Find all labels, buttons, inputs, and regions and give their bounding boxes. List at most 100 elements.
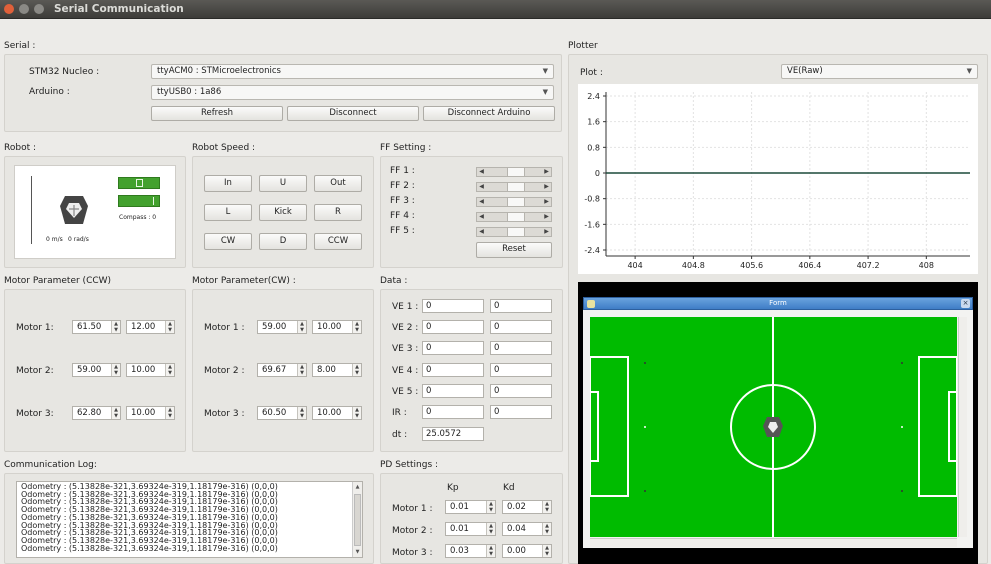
ccw-motor3-param-b[interactable]: 10.00 ▲ ▼ [126,406,175,420]
spin-arrows-icon[interactable]: ▲ ▼ [165,407,174,419]
pd-motor2-kd[interactable]: 0.04 ▲ ▼ [502,522,552,536]
ccw-motor1-param-a[interactable]: 61.50 ▲ ▼ [72,320,121,334]
ir-value-a[interactable]: 0 [422,405,484,419]
arrow-left-icon[interactable]: ◀ [477,198,486,206]
rotate-ccw-button[interactable]: CCW [314,233,362,250]
spin-arrows-icon[interactable]: ▲ ▼ [542,545,551,557]
close-icon[interactable]: × [961,299,970,308]
dt-value[interactable]: 25.0572 [422,427,484,441]
arrow-left-icon[interactable]: ◀ [477,213,486,221]
speed-right-button[interactable]: R [314,204,362,221]
ve2-value-b[interactable]: 0 [490,320,552,334]
cw-motor2-param-a[interactable]: 69.67 ▲ ▼ [257,363,307,377]
maximize-window-icon[interactable] [34,4,44,14]
arrow-left-icon[interactable]: ◀ [477,228,486,236]
refresh-button[interactable]: Refresh [151,106,283,121]
slider-thumb[interactable] [507,213,525,221]
close-window-icon[interactable] [4,4,14,14]
communication-log[interactable]: Odometry : (5.13828e-321,3.69324e-319,1.… [16,481,363,558]
disconnect-button[interactable]: Disconnect [287,106,419,121]
spin-arrows-icon[interactable]: ▲ ▼ [297,407,306,419]
cw-motor1-param-b[interactable]: 10.00 ▲ ▼ [312,320,362,334]
plot-select[interactable]: VE(Raw) ▼ [781,64,978,79]
spin-arrows-icon[interactable]: ▲ ▼ [111,407,120,419]
scroll-down-icon[interactable]: ▼ [354,549,361,557]
arrow-left-icon[interactable]: ◀ [477,183,486,191]
arrow-right-icon[interactable]: ▶ [542,228,551,236]
ve1-value-b[interactable]: 0 [490,299,552,313]
ccw-motor2-param-a[interactable]: 59.00 ▲ ▼ [72,363,121,377]
ir-value-b[interactable]: 0 [490,405,552,419]
plot-chart[interactable]: 2.4 1.6 0.8 0 -0.8 -1.6 -2.4 404 404.8 405.6 406.… [578,84,978,274]
scroll-thumb[interactable] [354,494,361,546]
ccw-motor2-param-b[interactable]: 10.00 ▲ ▼ [126,363,175,377]
speed-in-button[interactable]: In [204,175,252,192]
ff5-slider[interactable]: ◀ ▶ [476,227,552,237]
speed-out-button[interactable]: Out [314,175,362,192]
cw-motor3-param-b[interactable]: 10.00 ▲ ▼ [312,406,362,420]
log-scrollbar[interactable]: ▲ ▼ [352,482,362,557]
ccw-motor3-param-a[interactable]: 62.80 ▲ ▼ [72,406,121,420]
ff1-slider[interactable]: ◀ ▶ [476,167,552,177]
spin-arrows-icon[interactable]: ▲ ▼ [486,523,495,535]
slider-thumb[interactable] [507,198,525,206]
disconnect-arduino-button[interactable]: Disconnect Arduino [423,106,555,121]
spin-arrows-icon[interactable]: ▲ ▼ [165,364,174,376]
kick-button[interactable]: Kick [259,204,307,221]
arrow-right-icon[interactable]: ▶ [542,183,551,191]
ff-reset-button[interactable]: Reset [476,242,552,258]
ve4-value-a[interactable]: 0 [422,363,484,377]
soccer-field[interactable] [590,317,957,537]
pd-motor-label: Motor 3 : [392,548,433,558]
spin-arrows-icon[interactable]: ▲ ▼ [111,321,120,333]
ff2-slider[interactable]: ◀ ▶ [476,182,552,192]
pd-motor1-kd[interactable]: 0.02 ▲ ▼ [502,500,552,514]
scroll-up-icon[interactable]: ▲ [354,484,361,492]
ve1-value-a[interactable]: 0 [422,299,484,313]
field-vertical-scrollbar[interactable] [958,317,967,537]
spin-arrows-icon[interactable]: ▲ ▼ [542,501,551,513]
spin-arrows-icon[interactable]: ▲ ▼ [486,501,495,513]
cw-motor3-param-a[interactable]: 60.50 ▲ ▼ [257,406,307,420]
spin-arrows-icon[interactable]: ▲ ▼ [297,364,306,376]
rotate-cw-button[interactable]: CW [204,233,252,250]
arrow-right-icon[interactable]: ▶ [542,198,551,206]
spin-arrows-icon[interactable]: ▲ ▼ [542,523,551,535]
stm32-port-select[interactable]: ttyACM0 : STMicroelectronics ▼ [151,64,554,79]
spin-arrows-icon[interactable]: ▲ ▼ [297,321,306,333]
spin-arrows-icon[interactable]: ▲ ▼ [352,407,361,419]
spin-arrows-icon[interactable]: ▲ ▼ [486,545,495,557]
ve3-value-a[interactable]: 0 [422,341,484,355]
speed-left-button[interactable]: L [204,204,252,221]
spin-arrows-icon[interactable]: ▲ ▼ [352,321,361,333]
cw-motor2-param-b[interactable]: 8.00 ▲ ▼ [312,363,362,377]
spin-arrows-icon[interactable]: ▲ ▼ [352,364,361,376]
pd-motor3-kd[interactable]: 0.00 ▲ ▼ [502,544,552,558]
ccw-motor1-param-b[interactable]: 12.00 ▲ ▼ [126,320,175,334]
ve5-value-b[interactable]: 0 [490,384,552,398]
arrow-right-icon[interactable]: ▶ [542,213,551,221]
chevron-down-icon[interactable]: ▼ [967,65,972,78]
ve4-value-b[interactable]: 0 [490,363,552,377]
pd-motor1-kp[interactable]: 0.01 ▲ ▼ [445,500,496,514]
cw-motor1-param-a[interactable]: 59.00 ▲ ▼ [257,320,307,334]
minimize-window-icon[interactable] [19,4,29,14]
arduino-port-select[interactable]: ttyUSB0 : 1a86 ▼ [151,85,554,100]
spin-arrows-icon[interactable]: ▲ ▼ [111,364,120,376]
ve5-value-a[interactable]: 0 [422,384,484,398]
arrow-left-icon[interactable]: ◀ [477,168,486,176]
slider-thumb[interactable] [507,228,525,236]
slider-thumb[interactable] [507,168,525,176]
ff4-slider[interactable]: ◀ ▶ [476,212,552,222]
arrow-right-icon[interactable]: ▶ [542,168,551,176]
ve2-value-a[interactable]: 0 [422,320,484,334]
ve3-value-b[interactable]: 0 [490,341,552,355]
slider-thumb[interactable] [507,183,525,191]
spin-arrows-icon[interactable]: ▲ ▼ [165,321,174,333]
ff3-slider[interactable]: ◀ ▶ [476,197,552,207]
speed-down-button[interactable]: D [259,233,307,250]
field-horizontal-scrollbar[interactable] [590,538,957,547]
speed-up-button[interactable]: U [259,175,307,192]
pd-motor2-kp[interactable]: 0.01 ▲ ▼ [445,522,496,536]
pd-motor3-kp[interactable]: 0.03 ▲ ▼ [445,544,496,558]
